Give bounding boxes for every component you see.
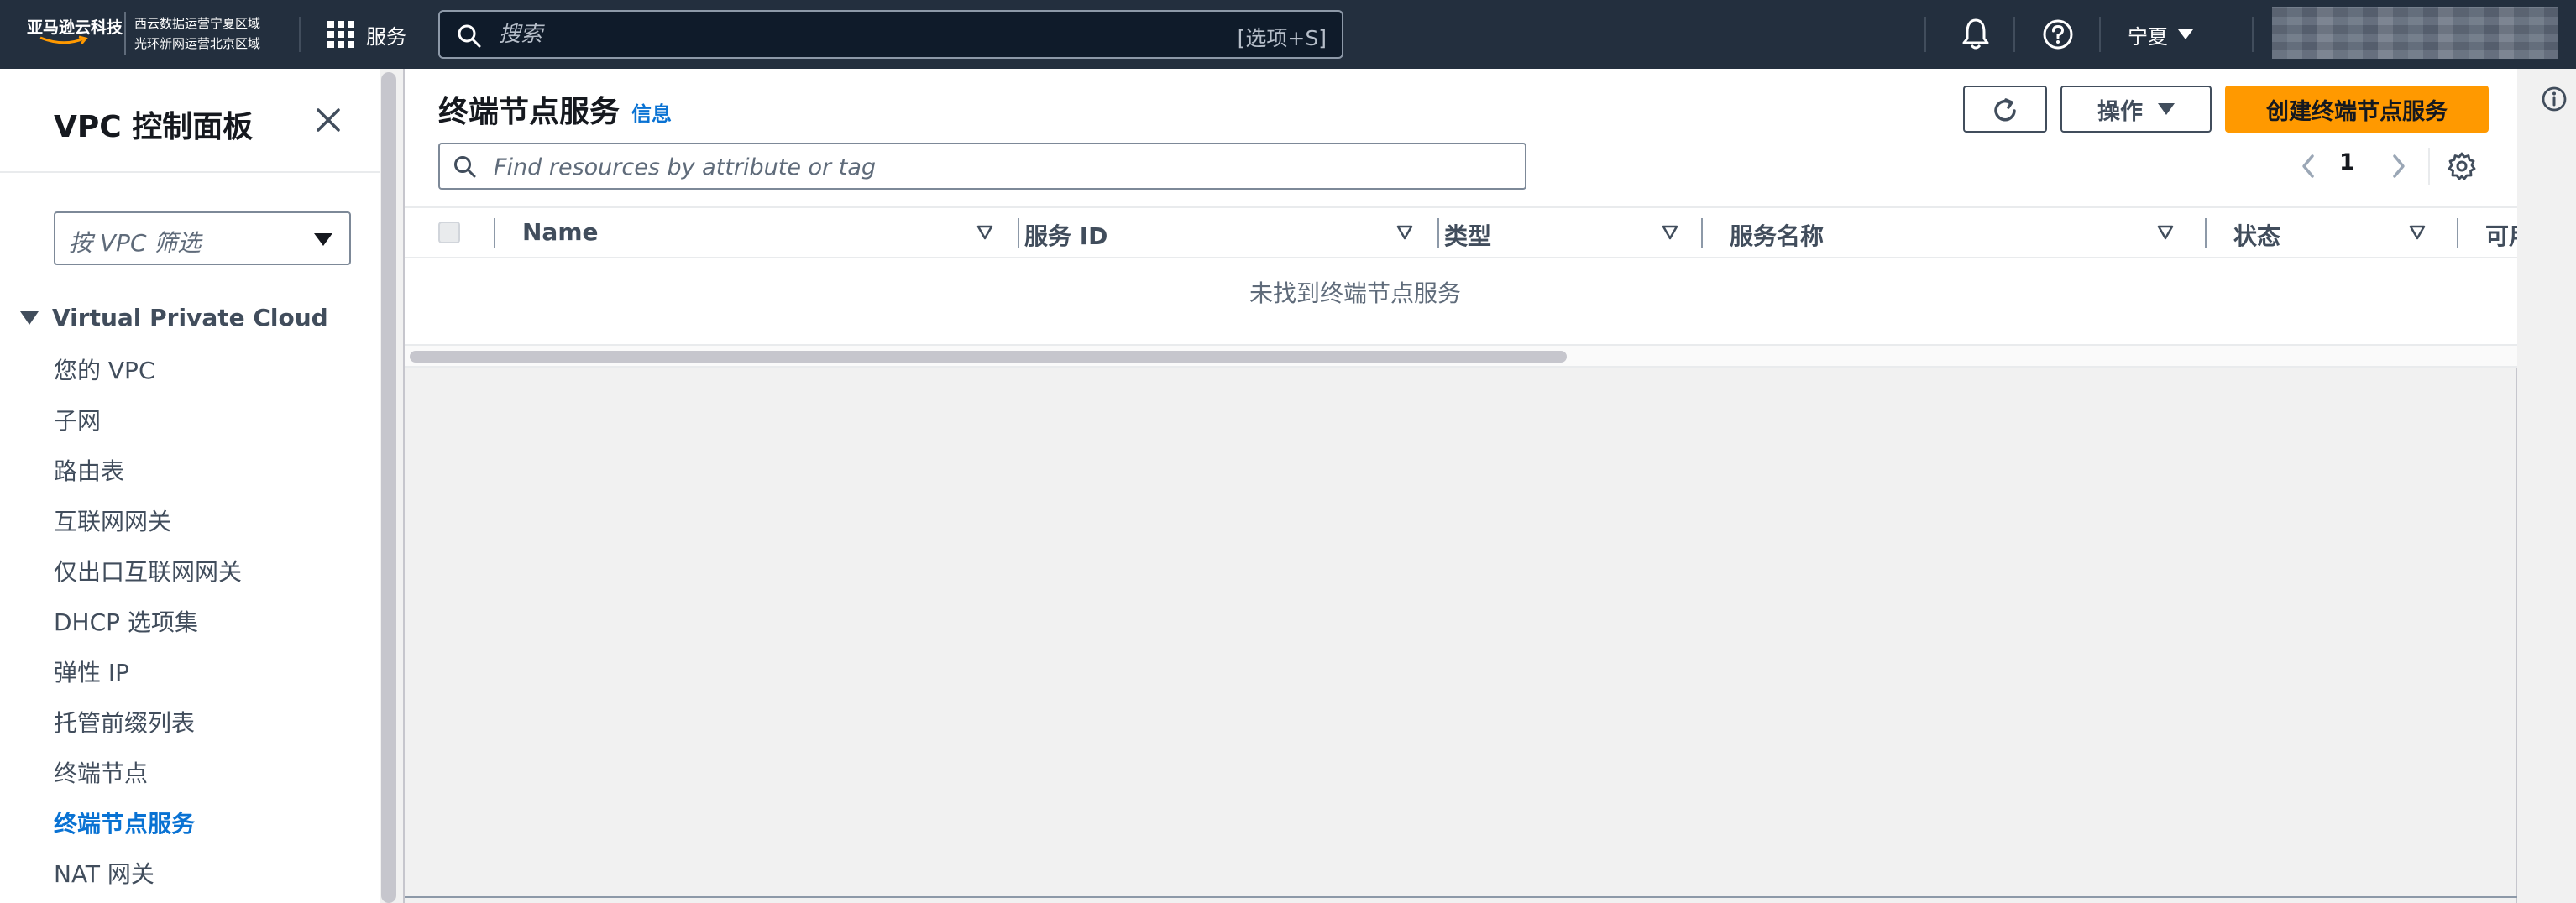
section-label: Virtual Private Cloud — [52, 304, 328, 331]
help-icon[interactable] — [2042, 18, 2074, 50]
search-icon — [458, 24, 481, 48]
sort-caret-icon[interactable] — [1661, 223, 1679, 242]
sidebar-item-nat-gateways[interactable]: NAT 网关 — [54, 858, 242, 903]
sidebar-item-your-vpcs[interactable]: 您的 VPC — [54, 354, 242, 405]
notifications-bell-icon[interactable] — [1960, 17, 1992, 50]
info-circle-icon[interactable] — [2541, 86, 2568, 112]
main-content: 终端节点服务 信息 操作 创建终端节点服务 1 — [403, 69, 2517, 903]
horizontal-scrollbar[interactable] — [405, 344, 2517, 368]
region-line-1: 西云数据运营宁夏区域 — [134, 16, 261, 31]
search-input[interactable] — [499, 20, 1170, 49]
region-operator-note: 西云数据运营宁夏区域 光环新网运营北京区域 — [134, 13, 260, 54]
scrollbar-thumb[interactable] — [410, 351, 1567, 363]
region-label: 宁夏 — [2128, 24, 2168, 49]
close-icon[interactable] — [314, 106, 343, 134]
column-header-service-id[interactable]: 服务 ID — [1024, 218, 1107, 252]
create-endpoint-service-button[interactable]: 创建终端节点服务 — [2225, 86, 2489, 133]
services-label: 服务 — [366, 24, 406, 49]
caret-down-icon — [314, 233, 332, 246]
sidebar-divider — [0, 171, 380, 173]
sidebar-item-route-tables[interactable]: 路由表 — [54, 455, 242, 505]
sidebar-item-internet-gateways[interactable]: 互联网网关 — [54, 505, 242, 556]
top-navigation: 亚马逊云科技 西云数据运营宁夏区域 光环新网运营北京区域 服务 [选项+S] — [0, 0, 2576, 69]
side-navigation: VPC 控制面板 按 VPC 筛选 Virtual Private Cloud … — [0, 69, 380, 903]
empty-state-message: 未找到终端节点服务 — [1249, 279, 1461, 307]
search-shortcut-hint: [选项+S] — [1237, 26, 1327, 50]
logo-text: 亚马逊云科技 — [27, 18, 123, 37]
nav-divider — [299, 17, 301, 52]
filter-input[interactable] — [494, 153, 1501, 181]
column-header-type[interactable]: 类型 — [1444, 218, 1491, 252]
table-header-row: Name 服务 ID 类型 服务名称 状态 可用 — [405, 206, 2517, 258]
sort-caret-icon[interactable] — [2408, 223, 2427, 242]
chevron-left-icon[interactable] — [2296, 151, 2321, 181]
vpc-filter-select[interactable]: 按 VPC 筛选 — [54, 211, 351, 265]
sidebar-item-subnets[interactable]: 子网 — [54, 405, 242, 455]
nav-divider — [2252, 17, 2254, 52]
refresh-button[interactable] — [1963, 86, 2047, 133]
actions-label: 操作 — [2097, 98, 2143, 125]
services-menu-button[interactable]: 服务 — [327, 18, 406, 50]
sidebar-title: VPC 控制面板 — [54, 110, 254, 144]
caret-down-icon — [2178, 29, 2193, 39]
search-icon — [454, 156, 476, 178]
sidebar-item-endpoints[interactable]: 终端节点 — [54, 757, 242, 807]
nav-divider — [2013, 17, 2015, 52]
info-link[interactable]: 信息 — [631, 97, 672, 127]
nav-divider — [1924, 17, 1926, 52]
sort-caret-icon[interactable] — [976, 223, 994, 242]
sidebar-item-elastic-ips[interactable]: 弹性 IP — [54, 656, 242, 707]
column-divider[interactable] — [2205, 218, 2207, 248]
actions-dropdown-button[interactable]: 操作 — [2060, 86, 2212, 133]
sort-caret-icon[interactable] — [1395, 223, 1414, 242]
region-selector[interactable]: 宁夏 — [2128, 18, 2193, 50]
gear-icon[interactable] — [2447, 151, 2477, 181]
column-divider[interactable] — [1437, 218, 1439, 248]
column-divider[interactable] — [1701, 218, 1703, 248]
sidebar-item-prefix-lists[interactable]: 托管前缀列表 — [54, 707, 242, 757]
section-toggle-vpc[interactable]: Virtual Private Cloud — [20, 304, 328, 331]
chevron-right-icon[interactable] — [2386, 151, 2411, 181]
endpoint-services-table-panel: 终端节点服务 信息 操作 创建终端节点服务 1 — [405, 69, 2517, 368]
nav-divider — [2099, 17, 2101, 52]
column-header-status[interactable]: 状态 — [2233, 218, 2280, 252]
sidebar-item-endpoint-services[interactable]: 终端节点服务 — [54, 807, 242, 858]
account-menu-redacted[interactable] — [2272, 7, 2558, 59]
caret-down-icon — [2158, 103, 2175, 115]
page-number[interactable]: 1 — [2339, 149, 2355, 175]
sidebar-scrollbar[interactable] — [381, 72, 396, 903]
select-all-checkbox[interactable] — [438, 222, 460, 243]
expand-caret-icon — [20, 311, 39, 325]
column-divider — [494, 218, 495, 248]
brand-logo[interactable]: 亚马逊云科技 — [27, 15, 123, 54]
column-divider[interactable] — [2457, 218, 2458, 248]
logo-divider — [124, 12, 126, 55]
column-header-name[interactable]: Name — [522, 218, 599, 246]
sidebar-nav-list: 您的 VPC 子网 路由表 互联网网关 仅出口互联网网关 DHCP 选项集 弹性… — [54, 354, 242, 903]
column-divider[interactable] — [1018, 218, 1019, 248]
create-button-label: 创建终端节点服务 — [2266, 98, 2448, 125]
app-grid-icon — [327, 21, 354, 48]
sidebar-item-dhcp-options[interactable]: DHCP 选项集 — [54, 606, 242, 656]
column-header-service-name[interactable]: 服务名称 — [1730, 218, 1824, 252]
global-search[interactable]: [选项+S] — [438, 10, 1343, 59]
refresh-icon — [1994, 98, 2016, 122]
smile-arrow-icon — [39, 35, 88, 44]
resource-filter[interactable] — [438, 143, 1526, 190]
vpc-filter-placeholder: 按 VPC 筛选 — [69, 229, 202, 257]
pager-divider — [2428, 148, 2430, 185]
page-title: 终端节点服务 — [438, 95, 620, 129]
empty-state-row: 未找到终端节点服务 — [405, 258, 2517, 329]
column-header-availability[interactable]: 可用 — [2485, 218, 2517, 252]
sidebar-item-egress-only-igw[interactable]: 仅出口互联网网关 — [54, 556, 242, 606]
sort-caret-icon[interactable] — [2156, 223, 2175, 242]
region-line-2: 光环新网运营北京区域 — [134, 36, 261, 51]
content-bottom-border — [405, 896, 2517, 898]
